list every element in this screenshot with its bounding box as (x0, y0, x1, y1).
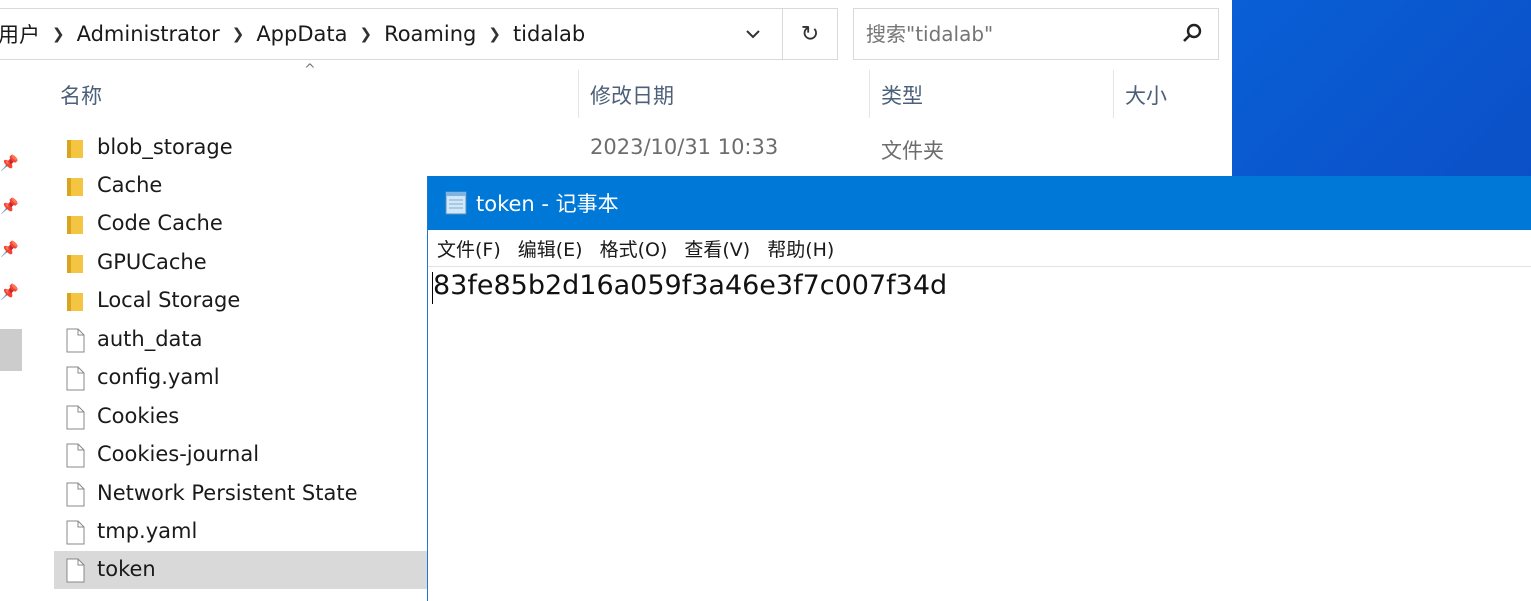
file-icon (66, 520, 85, 545)
notepad-icon (445, 191, 467, 215)
menu-file[interactable]: 文件(F) (437, 235, 501, 262)
notepad-window: token - 记事本 文件(F) 编辑(E) 格式(O) 查看(V) 帮助(H… (427, 176, 1531, 601)
menu-edit[interactable]: 编辑(E) (518, 235, 583, 262)
folder-icon (67, 293, 83, 311)
refresh-icon: ↻ (800, 21, 820, 47)
chevron-right-icon[interactable]: ❯ (52, 25, 65, 43)
column-header-type[interactable]: 类型 (881, 80, 923, 110)
breadcrumb-appdata[interactable]: AppData (256, 22, 347, 46)
breadcrumb-users[interactable]: 用户 (0, 19, 40, 49)
file-name: GPUCache (97, 250, 207, 274)
editor-content[interactable]: 83fe85b2d16a059f3a46e3f7c007f34d (433, 270, 947, 301)
pin-icon[interactable]: 📌 (0, 198, 19, 214)
sort-ascending-icon: ^ (304, 62, 316, 78)
file-icon (66, 366, 85, 391)
file-icon (66, 328, 85, 353)
breadcrumb-roaming[interactable]: Roaming (384, 22, 476, 46)
file-name: Code Cache (97, 211, 223, 235)
file-type: 文件夹 (881, 139, 944, 163)
text-editor-area[interactable]: 83fe85b2d16a059f3a46e3f7c007f34d (428, 266, 1531, 601)
folder-icon (67, 216, 83, 234)
file-name: config.yaml (97, 365, 220, 389)
file-icon (66, 558, 85, 583)
file-name: Local Storage (97, 288, 241, 312)
column-divider[interactable] (1113, 70, 1114, 118)
folder-icon (67, 140, 83, 158)
file-name: Cookies (97, 404, 180, 428)
breadcrumb-administrator[interactable]: Administrator (77, 22, 220, 46)
menu-format[interactable]: 格式(O) (600, 235, 668, 262)
text-caret (432, 272, 433, 304)
column-divider[interactable] (578, 70, 579, 118)
search-box[interactable] (853, 8, 1219, 60)
file-name: tmp.yaml (97, 519, 198, 543)
file-icon (66, 482, 85, 507)
file-date: 2023/10/31 10:33 (590, 135, 779, 159)
address-bar[interactable]: 用户 ❯ Administrator ❯ AppData ❯ Roaming ❯… (0, 8, 838, 60)
file-name: Cache (97, 173, 163, 197)
chevron-right-icon[interactable]: ❯ (359, 25, 372, 43)
list-item[interactable]: blob_storage 2023/10/31 10:33 文件夹 (54, 129, 944, 167)
notepad-titlebar[interactable]: token - 记事本 (428, 176, 1531, 230)
file-icon (66, 405, 85, 430)
search-input[interactable] (866, 22, 1166, 46)
menu-help[interactable]: 帮助(H) (767, 235, 834, 262)
search-icon[interactable] (1180, 22, 1204, 46)
column-header-date[interactable]: 修改日期 (590, 80, 674, 110)
column-header-size[interactable]: 大小 (1125, 80, 1167, 110)
breadcrumb-tidalab[interactable]: tidalab (513, 22, 585, 46)
file-name: blob_storage (97, 135, 233, 159)
folder-icon (67, 178, 83, 196)
menu-view[interactable]: 查看(V) (684, 235, 750, 262)
chevron-right-icon[interactable]: ❯ (232, 25, 245, 43)
file-icon (66, 443, 85, 468)
column-divider[interactable] (869, 70, 870, 118)
pin-icon[interactable]: 📌 (0, 284, 19, 300)
file-name: Network Persistent State (97, 481, 358, 505)
file-name: auth_data (97, 327, 203, 351)
chevron-down-icon[interactable] (732, 9, 774, 59)
refresh-button[interactable]: ↻ (782, 9, 837, 59)
window-title: token - 记事本 (476, 192, 619, 216)
notepad-menubar: 文件(F) 编辑(E) 格式(O) 查看(V) 帮助(H) (428, 230, 1531, 266)
pin-icon[interactable]: 📌 (0, 155, 19, 171)
chevron-right-icon[interactable]: ❯ (488, 25, 501, 43)
nav-pane-selected-item[interactable] (0, 329, 22, 371)
file-name: Cookies-journal (97, 442, 260, 466)
file-name: token (97, 557, 156, 581)
column-header-name[interactable]: 名称 (60, 80, 102, 110)
pin-icon[interactable]: 📌 (0, 241, 19, 257)
folder-icon (67, 255, 83, 273)
